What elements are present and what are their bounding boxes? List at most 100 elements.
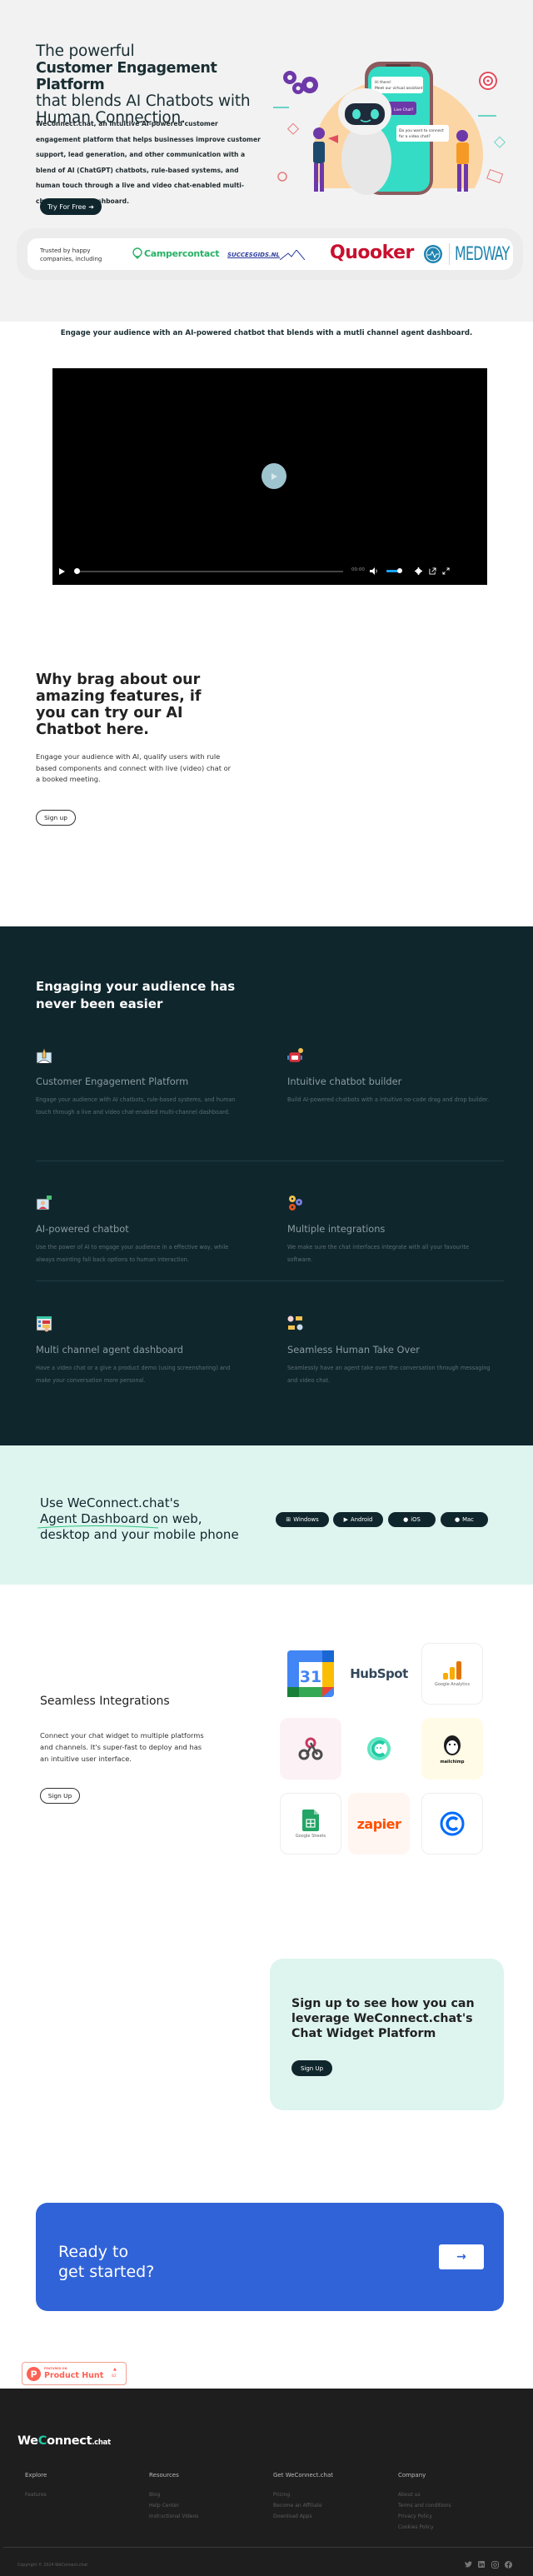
play-icon [271,472,277,480]
instagram-icon[interactable] [491,2560,499,2569]
hero-title-highlight: Customer Engagement Platform [36,60,217,93]
apps-title: Use WeConnect.chat's Agent Dashboard on … [40,1495,273,1543]
robot-icon [287,1048,303,1063]
footer-link-features[interactable]: Features [25,2489,47,2500]
footer-link-blog[interactable]: Blog [149,2489,198,2500]
feature-text: Seamlessly have an agent take over the c… [287,1365,491,1384]
footer-link-download-apps[interactable]: Download Apps [273,2511,333,2522]
arrow-right-icon: → [456,2250,466,2264]
feature-text: We make sure the chat interfaces integra… [287,1244,469,1263]
campercontact-icon [132,247,142,259]
video-player[interactable]: 00:00 [52,368,487,585]
video-controls: 00:00 [52,560,487,585]
logo-c: C [37,2434,47,2448]
feature-title: AI-powered chatbot [36,1223,129,1235]
integration-webhooks [280,1718,341,1780]
get-started-button[interactable]: → [439,2244,484,2269]
tile-caption: mailchimp [440,1759,465,1765]
try-for-free-button[interactable]: Try For Free ➔ [40,198,102,215]
play-icon[interactable] [58,567,66,576]
feature-item: Multi channel agent dashboard Have a vid… [36,1315,244,1387]
footer-divider [3,2547,533,2548]
footer-logo[interactable]: WeConnect.chat [17,2434,111,2448]
feature-item: Customer Engagement Platform Engage your… [36,1047,244,1119]
feature-title: Intuitive chatbot builder [287,1076,402,1087]
features-title: Engaging your audience has never been ea… [36,979,236,1011]
footer-link-cookies[interactable]: Cookies Policy [398,2522,451,2533]
big-play-button[interactable] [262,463,286,489]
footer-column-title: Get WeConnect.chat [273,2472,334,2479]
features-section: Engaging your audience has never been ea… [0,926,533,1445]
footer-column-get: Get WeConnect.chat Pricing Become an Aff… [273,2472,333,2522]
ready-title: Ready to get started? [58,2242,154,2282]
signup-card-title: Sign up to see how you can leverage WeCo… [291,1997,475,2040]
feature-text: Engage your audience with AI chatbots, r… [36,1096,236,1116]
progress-handle[interactable] [74,568,80,574]
footer-link-instructional-videos[interactable]: Instructional Videos [149,2511,198,2522]
apps-title-line1: Use WeConnect.chat's [40,1495,180,1510]
try-for-free-label: Try For Free [47,202,87,211]
facebook-icon[interactable] [504,2560,512,2569]
twitter-icon[interactable] [464,2560,472,2569]
svg-text:P: P [30,2369,37,2380]
copyright: Copyright © 2024 WeConnect.chat [17,2564,88,2568]
logo-quooker: Quooker [330,242,414,263]
footer-link-terms[interactable]: Terms and conditions [398,2500,451,2511]
engage-subtitle: Engage your audience with an AI-powered … [60,329,473,337]
ready-cta-banner: Ready to get started? → [36,2203,504,2311]
settings-icon[interactable] [415,567,422,575]
sign-up-button[interactable]: Sign up [36,810,76,826]
google-sheets-icon [302,1809,319,1831]
fullscreen-icon[interactable] [442,567,450,575]
ready-title-line2: get started? [58,2263,155,2281]
footer-link-about[interactable]: About us [398,2489,451,2500]
weconnect-icon [367,1737,391,1760]
tile-caption: Google Sheets [295,1833,326,1839]
feature-item: Seamless Human Take Over Seamlessly have… [287,1315,496,1387]
external-link-icon[interactable] [429,567,436,575]
progress-bar[interactable] [77,571,343,572]
hero-title-line1: The powerful [36,42,135,60]
footer-link-affiliate[interactable]: Become an Affiliate [273,2500,333,2511]
trusted-by-section: Trusted by happy companies, including Ca… [17,228,523,280]
try-section-title: Why brag about our amazing features, if … [36,671,202,738]
hero-illustration: Hi there! Meet our virtual assistant Liv… [273,62,515,197]
download-ios-button[interactable]: ● iOS [388,1512,436,1527]
logo-chat: .chat [92,2439,111,2447]
footer-column-explore: Explore Features [25,2472,47,2500]
product-hunt-icon: P [27,2367,41,2381]
video-agent-icon [36,1196,52,1211]
feature-text: Build AI-powered chatbots with a intuiti… [287,1096,490,1103]
bubble-text: Do you want to connect [399,128,444,133]
hero-description: WeConnect.chat, an intuitive AI-powered … [36,120,261,205]
volume-handle[interactable] [397,568,402,573]
footer-link-help-center[interactable]: Help Center [149,2500,198,2511]
google-calendar-icon: 31 [287,1650,334,1697]
integration-weconnect [348,1718,410,1780]
download-windows-button[interactable]: ⊞ Windows [276,1512,329,1527]
gears-icon [289,1196,302,1211]
footer-link-privacy[interactable]: Privacy Policy [398,2511,451,2522]
app-button-label: Android [351,1516,373,1523]
download-android-button[interactable]: ▶ Android [333,1512,383,1527]
download-mac-button[interactable]: ● Mac [441,1512,488,1527]
social-links [464,2560,512,2569]
calendly-icon [440,1811,465,1836]
windows-icon: ⊞ [286,1516,291,1523]
tile-caption: Google Analytics [435,1681,470,1687]
linkedin-icon[interactable] [477,2560,486,2569]
highlight-underline [37,1525,158,1529]
logo-campercontact: Campercontact [132,247,219,259]
volume-icon[interactable] [370,567,378,575]
product-hunt-badge[interactable]: P FEATURED ON Product Hunt ▲ 82 [22,2362,127,2385]
signup-card-button[interactable]: Sign Up [291,2060,332,2076]
footer-link-pricing[interactable]: Pricing [273,2489,333,2500]
integration-mailchimp: mailchimp [421,1718,483,1780]
video-time: 00:00 [351,567,365,572]
apps-section: Use WeConnect.chat's Agent Dashboard on … [0,1445,533,1585]
logo-we: We [17,2434,38,2448]
integration-google-sheets: Google Sheets [280,1793,341,1855]
apple-icon: ● [455,1516,461,1523]
trusted-label: Trusted by happy companies, including [40,247,102,262]
integrations-sign-up-button[interactable]: Sign Up [40,1788,80,1804]
